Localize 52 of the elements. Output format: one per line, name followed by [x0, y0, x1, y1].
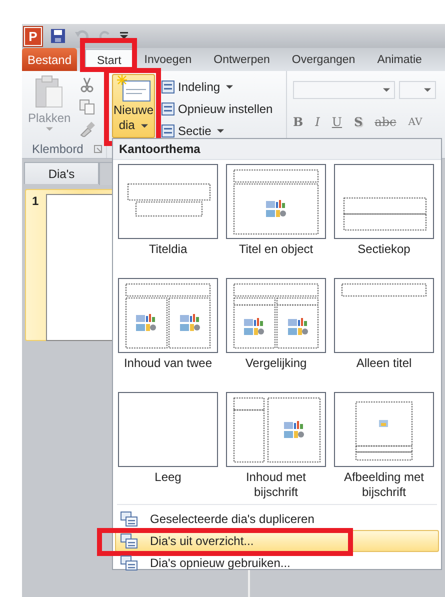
layout-option[interactable]: Leeg	[118, 392, 218, 506]
layout-option[interactable]: Titel en object	[226, 164, 326, 278]
new-slide-icon	[116, 75, 150, 103]
format-button[interactable]: AV	[408, 115, 422, 129]
format-button[interactable]: B	[293, 115, 304, 129]
customize-icon[interactable]	[120, 32, 128, 40]
ribbon-command[interactable]: Indeling	[161, 78, 273, 95]
menu-item[interactable]: Dia's opnieuw gebruiken...	[115, 552, 439, 574]
caret-icon	[217, 128, 224, 132]
layout-option[interactable]: Afbeelding met bijschrift	[334, 392, 434, 506]
layout-option[interactable]: Titeldia	[118, 164, 218, 278]
layout-icon	[161, 80, 175, 94]
caret-icon	[226, 84, 234, 88]
format-button[interactable]: S	[354, 115, 363, 129]
layout-option[interactable]: Inhoud met bijschrift	[226, 392, 326, 506]
slides-icon	[120, 511, 138, 527]
caret-icon	[383, 88, 390, 92]
layout-option[interactable]: Vergelijking	[226, 278, 326, 392]
layout-option[interactable]: Inhoud van twee	[118, 278, 218, 392]
menu-item[interactable]: Geselecteerde dia's dupliceren	[115, 508, 439, 530]
layout-option[interactable]: Sectiekop	[334, 164, 434, 278]
clipboard-icon	[34, 75, 64, 109]
ribbon-command[interactable]: Opnieuw instellen	[161, 100, 273, 117]
caret-icon	[141, 124, 148, 128]
copy-icon[interactable]	[78, 99, 95, 115]
scissors-icon[interactable]	[78, 77, 95, 93]
app-logo: P	[24, 26, 42, 46]
layout-option[interactable]: Alleen titel	[334, 278, 434, 392]
menu-header: Kantoorthema	[113, 139, 441, 160]
launcher-icon[interactable]	[94, 145, 102, 153]
caret-icon	[46, 127, 53, 131]
format-button[interactable]: I	[315, 115, 320, 129]
file-tab[interactable]: Bestand	[22, 48, 77, 71]
undo-icon[interactable]	[74, 28, 90, 44]
layout-icon	[161, 124, 175, 138]
format-button[interactable]: abc	[374, 115, 396, 129]
ribbon-tab[interactable]: Overgangen	[280, 49, 366, 71]
slides-icon	[120, 533, 138, 549]
brush-icon[interactable]	[78, 121, 95, 137]
layout-icon	[161, 102, 175, 116]
ribbon-tab[interactable]: Animatie	[366, 49, 433, 71]
font-size-field[interactable]	[399, 81, 436, 99]
group-label: Klembord	[32, 142, 84, 156]
save-icon[interactable]	[50, 28, 66, 44]
ribbon-tab[interactable]: Ontwerpen	[202, 49, 281, 71]
ribbon-tab[interactable]: Invoegen	[133, 49, 203, 71]
font-name-field[interactable]	[293, 81, 395, 99]
pane-tab[interactable]: Dia's	[24, 162, 99, 184]
caret-icon	[424, 88, 431, 92]
slide-number: 1	[32, 194, 39, 210]
format-button[interactable]: U	[332, 115, 342, 129]
new-slide-button[interactable]: Nieuwe dia	[112, 74, 155, 138]
